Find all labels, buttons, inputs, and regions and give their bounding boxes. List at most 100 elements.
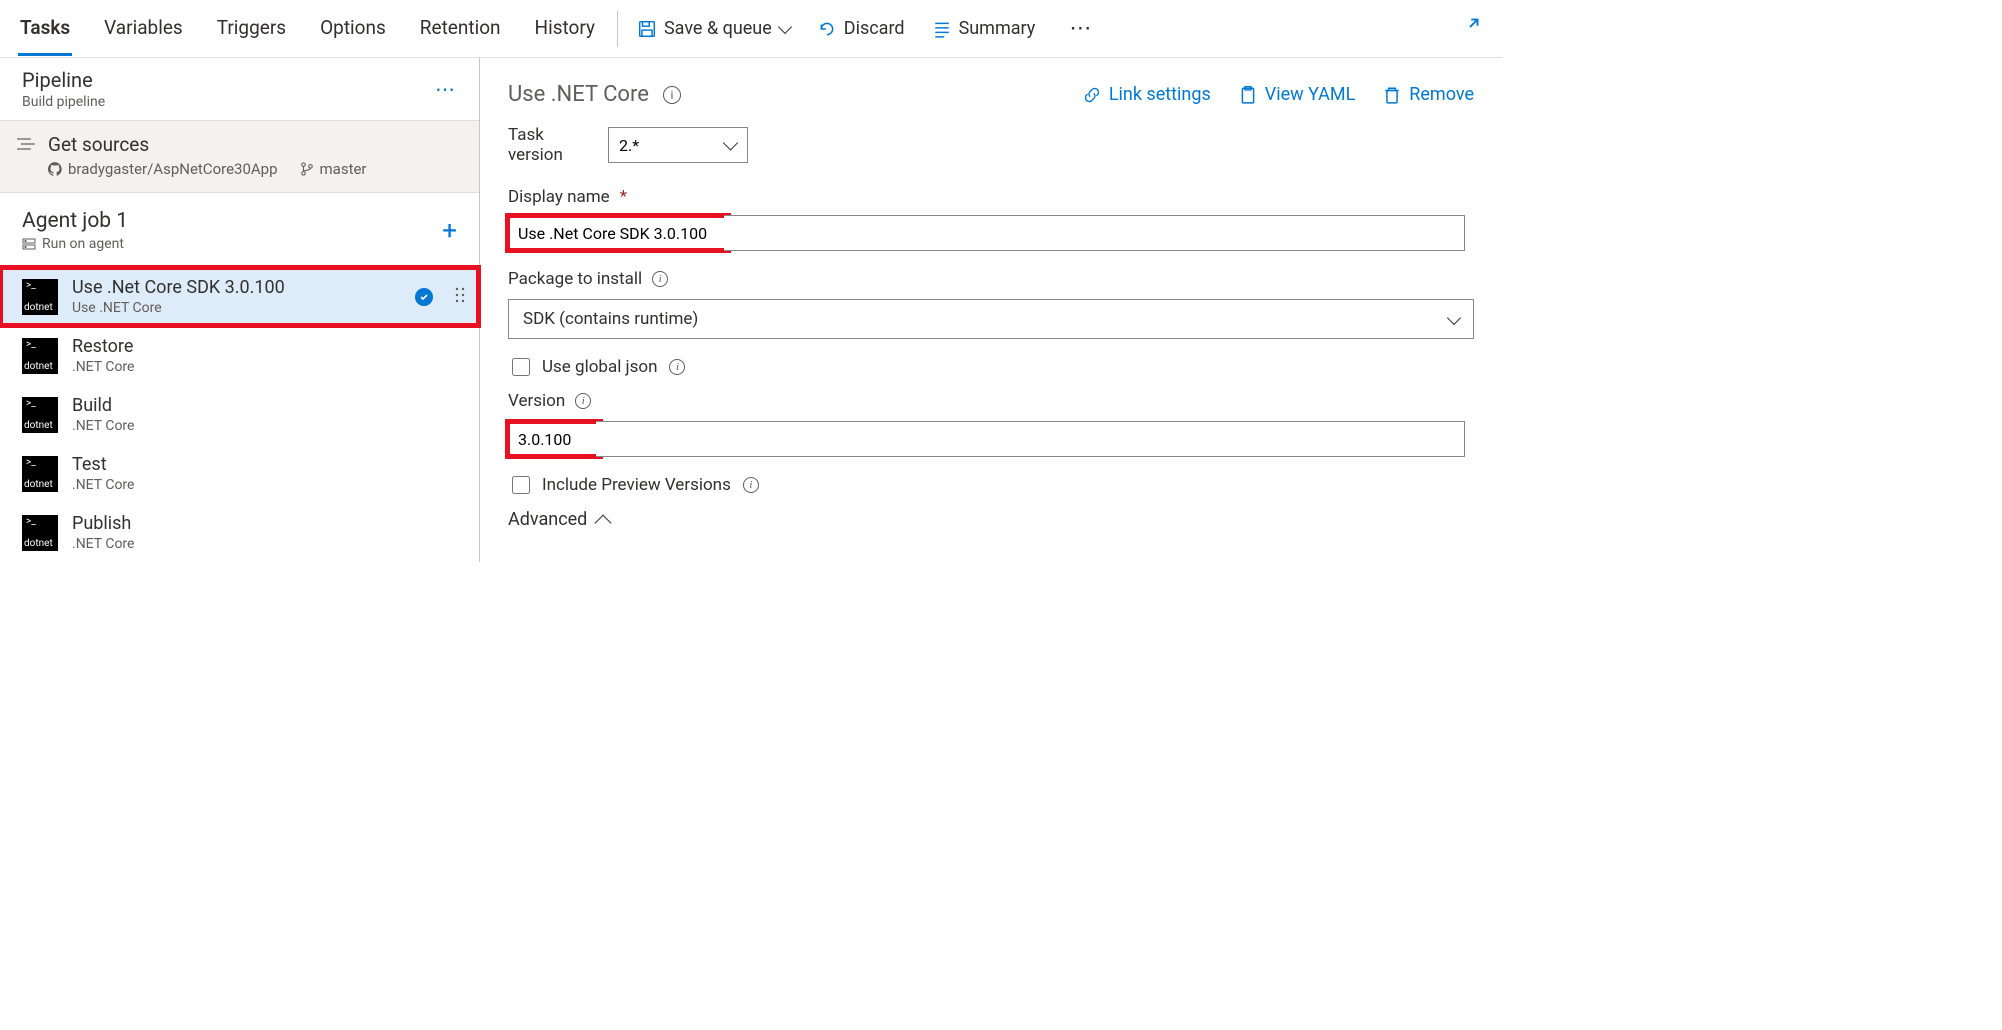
task-subtitle: .NET Core bbox=[72, 359, 134, 375]
display-name-input[interactable] bbox=[508, 216, 728, 250]
task-subtitle: .NET Core bbox=[72, 418, 134, 434]
tab-options[interactable]: Options bbox=[318, 2, 388, 56]
save-queue-label: Save & queue bbox=[664, 18, 772, 39]
toolbar-actions: Save & queue Discard Summary ⋯ bbox=[638, 16, 1099, 41]
remove-label: Remove bbox=[1409, 84, 1474, 105]
task-title: Publish bbox=[72, 513, 134, 534]
save-queue-button[interactable]: Save & queue bbox=[638, 18, 790, 39]
chevron-up-icon bbox=[595, 514, 612, 531]
dotnet-icon: dotnet bbox=[22, 279, 58, 315]
chevron-down-icon bbox=[1447, 310, 1461, 324]
task-title: Use .Net Core SDK 3.0.100 bbox=[72, 277, 285, 298]
link-settings-label: Link settings bbox=[1109, 84, 1211, 105]
dotnet-icon: dotnet bbox=[22, 397, 58, 433]
package-select[interactable]: SDK (contains runtime) bbox=[508, 299, 1474, 339]
task-version-label: Task version bbox=[508, 125, 588, 165]
task-row-build[interactable]: dotnet Build .NET Core bbox=[0, 385, 479, 444]
repo-name: bradygaster/AspNetCore30App bbox=[68, 160, 278, 178]
list-icon bbox=[933, 20, 951, 38]
branch-icon bbox=[300, 162, 314, 176]
task-title: Test bbox=[72, 454, 134, 475]
pipeline-tree: Pipeline Build pipeline ⋯ Get sources br… bbox=[0, 58, 480, 562]
display-name-label: Display name bbox=[508, 187, 610, 207]
undo-icon bbox=[818, 20, 836, 38]
use-global-json-checkbox[interactable] bbox=[512, 358, 530, 376]
summary-button[interactable]: Summary bbox=[933, 18, 1036, 39]
tab-tasks[interactable]: Tasks bbox=[18, 2, 72, 56]
advanced-section-toggle[interactable]: Advanced bbox=[508, 509, 1474, 530]
discard-label: Discard bbox=[844, 18, 905, 39]
task-valid-badge bbox=[415, 288, 433, 306]
save-icon bbox=[638, 20, 656, 38]
task-row-publish[interactable]: dotnet Publish .NET Core bbox=[0, 503, 479, 562]
task-row-test[interactable]: dotnet Test .NET Core bbox=[0, 444, 479, 503]
sources-icon bbox=[14, 133, 38, 178]
content-area: Pipeline Build pipeline ⋯ Get sources br… bbox=[0, 58, 1502, 562]
task-title: Restore bbox=[72, 336, 134, 357]
advanced-label: Advanced bbox=[508, 509, 587, 530]
task-version-select[interactable]: 2.* bbox=[608, 127, 748, 163]
package-value: SDK (contains runtime) bbox=[523, 309, 698, 329]
task-title: Build bbox=[72, 395, 134, 416]
task-row-use-dotnet-sdk[interactable]: dotnet Use .Net Core SDK 3.0.100 Use .NE… bbox=[0, 267, 479, 326]
package-label: Package to install bbox=[508, 269, 642, 289]
get-sources-row[interactable]: Get sources bradygaster/AspNetCore30App … bbox=[0, 121, 479, 193]
display-name-input-rest[interactable] bbox=[724, 215, 1465, 251]
tab-triggers[interactable]: Triggers bbox=[215, 2, 288, 56]
tab-history[interactable]: History bbox=[533, 2, 597, 56]
include-preview-checkbox[interactable] bbox=[512, 476, 530, 494]
agent-job-subtitle: Run on agent bbox=[42, 236, 124, 252]
use-global-json-label: Use global json bbox=[542, 357, 657, 377]
top-toolbar: Tasks Variables Triggers Options Retenti… bbox=[0, 0, 1502, 58]
tab-strip: Tasks Variables Triggers Options Retenti… bbox=[18, 2, 597, 56]
link-icon bbox=[1083, 86, 1101, 104]
add-task-button[interactable]: + bbox=[442, 216, 457, 246]
github-icon bbox=[48, 162, 62, 176]
discard-button[interactable]: Discard bbox=[818, 18, 905, 39]
required-asterisk: * bbox=[620, 187, 627, 207]
panel-title: Use .NET Core bbox=[508, 82, 649, 107]
toolbar-divider bbox=[617, 11, 618, 47]
info-icon[interactable]: i bbox=[652, 271, 668, 287]
branch-link[interactable]: master bbox=[300, 160, 367, 178]
task-details-panel: Use .NET Core i Link settings View YAML bbox=[480, 58, 1502, 562]
dotnet-icon: dotnet bbox=[22, 338, 58, 374]
remove-button[interactable]: Remove bbox=[1383, 84, 1474, 105]
branch-name: master bbox=[320, 160, 367, 178]
summary-label: Summary bbox=[959, 18, 1036, 39]
task-row-restore[interactable]: dotnet Restore .NET Core bbox=[0, 326, 479, 385]
get-sources-title: Get sources bbox=[48, 133, 367, 156]
view-yaml-button[interactable]: View YAML bbox=[1239, 84, 1356, 105]
task-subtitle: .NET Core bbox=[72, 536, 134, 552]
dotnet-icon: dotnet bbox=[22, 456, 58, 492]
task-subtitle: .NET Core bbox=[72, 477, 134, 493]
info-icon[interactable]: i bbox=[575, 393, 591, 409]
pipeline-more-button[interactable]: ⋯ bbox=[435, 77, 457, 101]
version-input-rest[interactable] bbox=[596, 421, 1465, 457]
repo-link[interactable]: bradygaster/AspNetCore30App bbox=[48, 160, 278, 178]
version-input[interactable] bbox=[508, 422, 600, 456]
pipeline-subtitle: Build pipeline bbox=[22, 94, 105, 110]
agent-job-row[interactable]: Agent job 1 Run on agent + bbox=[0, 193, 479, 267]
drag-handle-icon[interactable] bbox=[455, 287, 465, 307]
pipeline-header[interactable]: Pipeline Build pipeline ⋯ bbox=[0, 58, 479, 121]
chevron-down-icon bbox=[778, 20, 792, 34]
dotnet-icon: dotnet bbox=[22, 515, 58, 551]
panel-header: Use .NET Core i Link settings View YAML bbox=[508, 82, 1474, 107]
fullscreen-button[interactable] bbox=[1456, 13, 1484, 45]
trash-icon bbox=[1383, 86, 1401, 104]
clipboard-icon bbox=[1239, 86, 1257, 104]
info-icon[interactable]: i bbox=[669, 359, 685, 375]
server-icon bbox=[22, 238, 36, 250]
more-actions-button[interactable]: ⋯ bbox=[1063, 16, 1099, 41]
info-icon[interactable]: i bbox=[663, 86, 681, 104]
version-label: Version bbox=[508, 391, 565, 411]
include-preview-label: Include Preview Versions bbox=[542, 475, 731, 495]
info-icon[interactable]: i bbox=[743, 477, 759, 493]
pipeline-title: Pipeline bbox=[22, 68, 105, 92]
tab-retention[interactable]: Retention bbox=[418, 2, 503, 56]
tab-variables[interactable]: Variables bbox=[102, 2, 185, 56]
task-subtitle: Use .NET Core bbox=[72, 300, 285, 316]
view-yaml-label: View YAML bbox=[1265, 84, 1356, 105]
link-settings-button[interactable]: Link settings bbox=[1083, 84, 1211, 105]
